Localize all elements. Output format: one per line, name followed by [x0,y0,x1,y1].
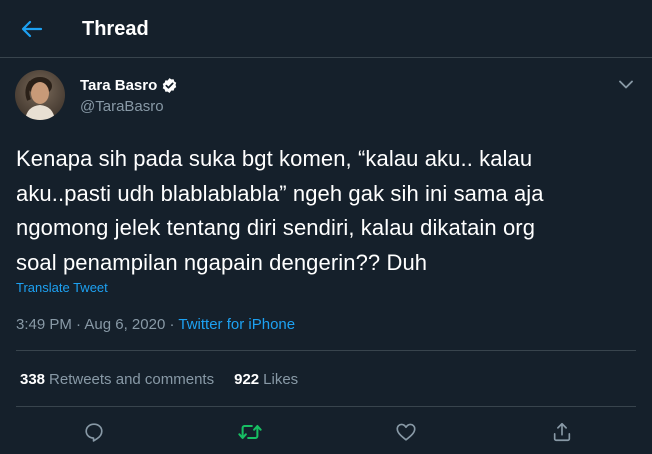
more-options-button[interactable] [614,74,638,94]
retweets-label: Retweets and comments [49,371,215,388]
header-bar: Thread [0,0,652,58]
verified-badge-icon [161,77,178,94]
tweet-actions-bar [0,414,652,450]
likes-stat[interactable]: 922 Likes [234,370,298,389]
tweet-stats: 338 Retweets and comments 922 Likes [20,370,318,389]
divider [16,406,636,407]
likes-count: 922 [234,371,260,388]
page-title: Thread [82,18,149,40]
arrow-left-icon [21,20,43,38]
retweet-button[interactable] [236,418,264,446]
tweet-time[interactable]: 3:49 PM [16,316,72,333]
likes-label: Likes [263,371,299,388]
heart-icon [396,423,416,441]
reply-button[interactable] [80,418,108,446]
tweet-metadata: 3:49 PM · Aug 6, 2020 · Twitter for iPho… [16,315,295,334]
tweet-thread-page: Thread Tara Basro @TaraBasro Kenapa sih … [0,0,652,454]
retweet-icon [238,424,262,440]
tweet-date[interactable]: Aug 6, 2020 [84,316,165,333]
author-name[interactable]: Tara Basro [80,76,178,95]
tweet-text: Kenapa sih pada suka bgt komen, “kalau a… [16,146,544,275]
share-icon [553,422,571,442]
retweets-count: 338 [20,371,46,388]
avatar[interactable] [15,70,65,120]
reply-icon [85,423,103,442]
share-button[interactable] [548,418,576,446]
back-button[interactable] [12,11,52,47]
like-button[interactable] [392,418,420,446]
tweet-source-link[interactable]: Twitter for iPhone [178,316,295,333]
author-name-text: Tara Basro [80,77,158,94]
author-handle[interactable]: @TaraBasro [80,97,164,116]
chevron-down-icon [619,80,633,88]
translate-tweet-link[interactable]: Translate Tweet [16,280,108,295]
retweets-stat[interactable]: 338 Retweets and comments [20,370,214,389]
divider [16,350,636,351]
